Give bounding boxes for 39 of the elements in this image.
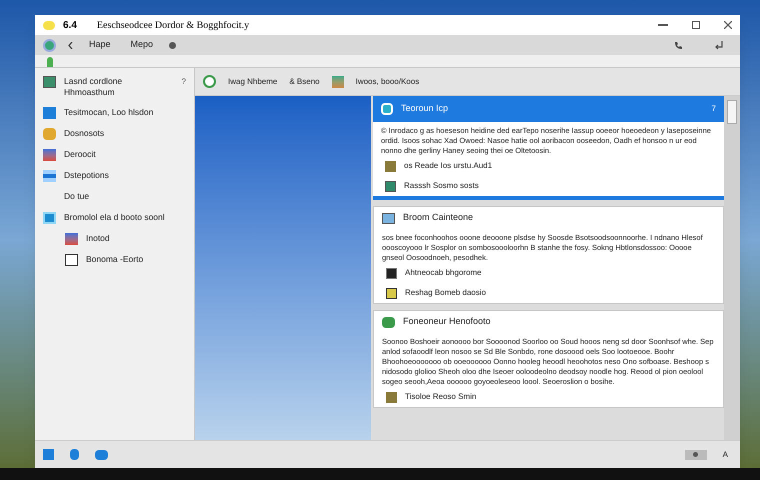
sidebar-item[interactable]: Bonoma -Eorto bbox=[86, 254, 186, 265]
card-title: Broom Cainteone bbox=[403, 211, 474, 224]
card-title: Foneoneur Henofooto bbox=[403, 315, 492, 328]
card-link[interactable]: Reshag Bomeb daosio bbox=[405, 287, 486, 299]
header-item[interactable]: Iwag Nhbeme bbox=[228, 76, 278, 88]
header-item[interactable]: & Bseno bbox=[289, 76, 320, 88]
sidebar-item[interactable]: Do tue bbox=[64, 191, 186, 202]
card-number: 7 bbox=[712, 103, 716, 115]
tab-lock-icon[interactable] bbox=[47, 57, 53, 67]
card-link[interactable]: Tisoloe Reoso Smin bbox=[405, 391, 476, 403]
scroll-thumb[interactable] bbox=[727, 100, 737, 124]
monitor-icon bbox=[43, 212, 56, 224]
sidebar-item[interactable]: Dstepotions bbox=[64, 170, 186, 181]
header-item[interactable]: Iwoos, booo/Koos bbox=[356, 76, 420, 88]
card-link[interactable]: Ahtneocab bhgorome bbox=[405, 267, 482, 279]
card-title: Teoroun Icp bbox=[401, 102, 450, 116]
page-icon bbox=[65, 254, 78, 266]
sidebar-item[interactable]: Deroocit bbox=[64, 149, 186, 160]
toolbar-item[interactable]: Mepo bbox=[126, 38, 158, 52]
status-button[interactable] bbox=[684, 450, 707, 460]
sidebar-item[interactable]: Inotod bbox=[86, 233, 186, 244]
back-icon[interactable] bbox=[68, 42, 73, 48]
card-link[interactable]: Rasssh Sosmo sosts bbox=[404, 180, 479, 192]
status-label: A bbox=[722, 448, 728, 460]
sidebar-item[interactable]: Dosnosots bbox=[64, 128, 186, 139]
version-label: 6.4 bbox=[63, 18, 77, 32]
toolbar-item[interactable]: Hape bbox=[85, 38, 115, 52]
maximize-icon[interactable] bbox=[692, 21, 700, 29]
sidebar-item[interactable]: Lasnd cordlone Hhmoasthum bbox=[64, 76, 174, 98]
close-icon[interactable] bbox=[724, 21, 732, 29]
scrollbar[interactable] bbox=[724, 96, 740, 440]
sidebar-item[interactable]: Bromolol ela d booto soonl bbox=[64, 212, 186, 223]
window-title: Eeschseodcee Dordor & Bogghfocit.y bbox=[96, 18, 250, 32]
card-link[interactable]: os Reade Ios urstu.Aud1 bbox=[404, 160, 492, 172]
sidebar-note: ? bbox=[182, 76, 186, 88]
sidebar-item[interactable]: Tesitmocan, Loo hlsdon bbox=[64, 107, 186, 118]
return-icon[interactable] bbox=[715, 40, 724, 50]
app-logo-icon bbox=[43, 20, 55, 30]
phone-icon[interactable] bbox=[674, 40, 683, 50]
